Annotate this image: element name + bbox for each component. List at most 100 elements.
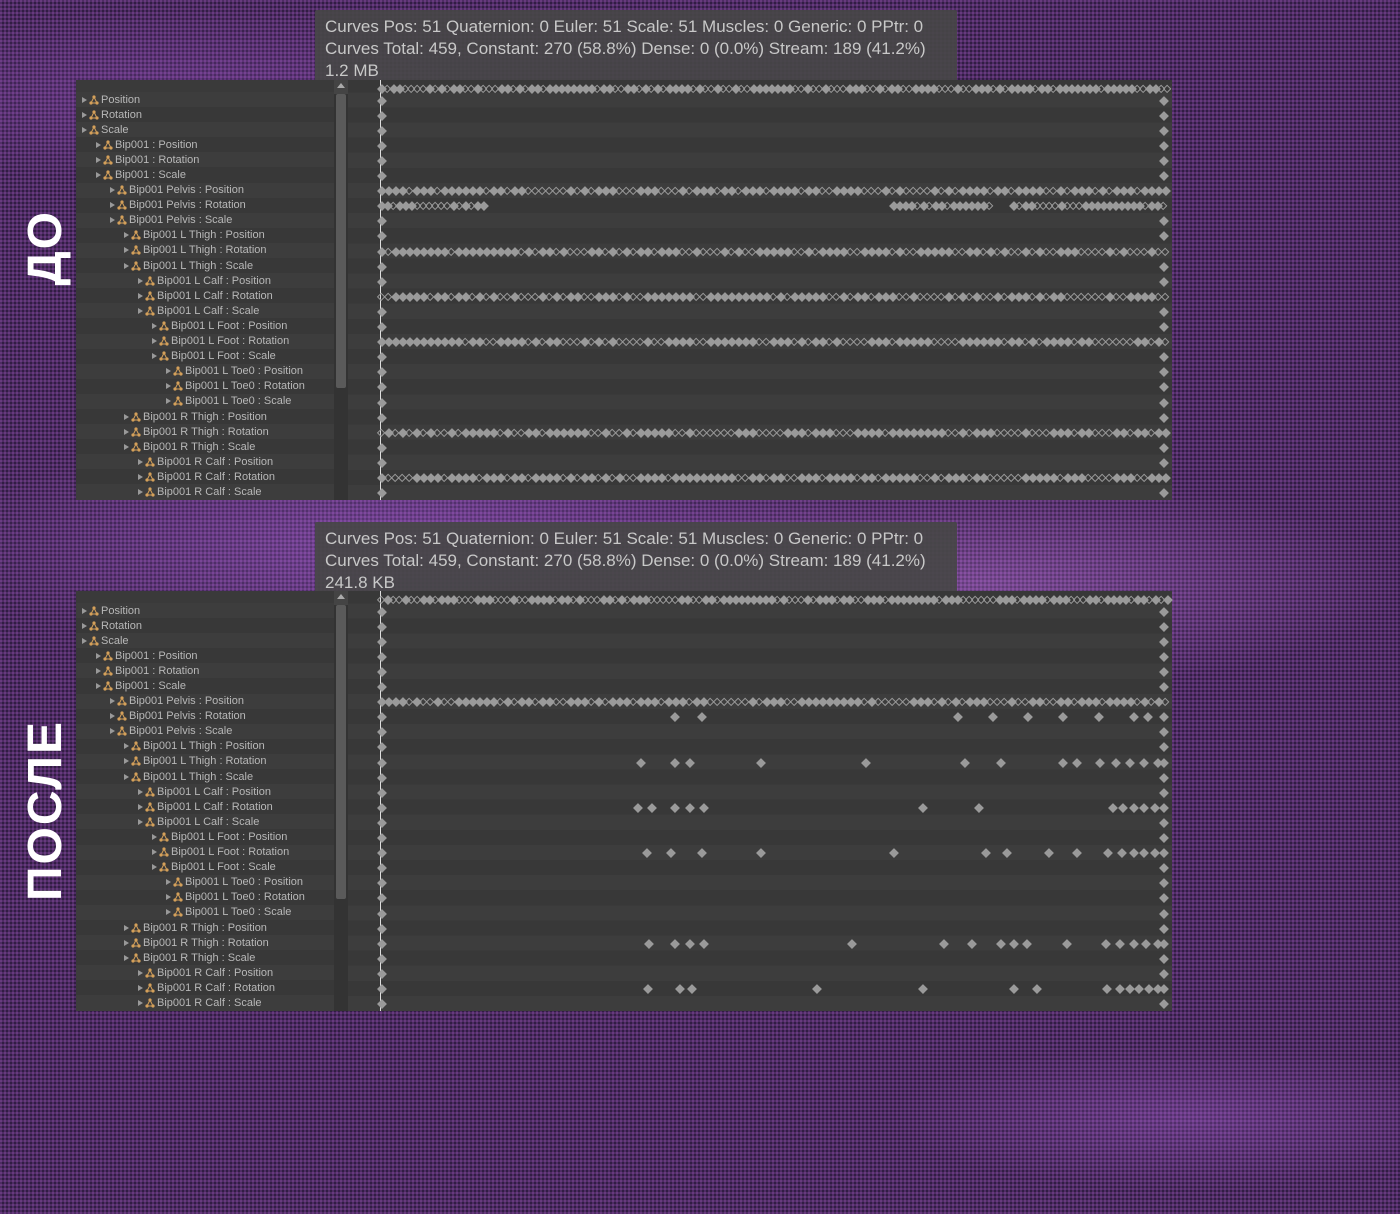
keyframe-icon[interactable] xyxy=(756,758,766,768)
keyframe-icon[interactable] xyxy=(1161,428,1171,438)
keyframe-icon[interactable] xyxy=(1129,939,1139,949)
keyframe-icon[interactable] xyxy=(1159,803,1169,813)
keyframe-icon[interactable] xyxy=(670,939,680,949)
keyframe-icon[interactable] xyxy=(1139,803,1149,813)
tree-row[interactable]: Bip001 L Toe0 : Rotation xyxy=(76,379,348,394)
keyframe-icon[interactable] xyxy=(1159,367,1169,377)
expand-arrow-icon[interactable] xyxy=(96,668,101,674)
keyframe-icon[interactable] xyxy=(1159,607,1169,617)
tree-row[interactable]: Bip001 R Calf : Rotation xyxy=(76,469,348,484)
keyframe-icon[interactable] xyxy=(699,939,709,949)
keyframe-icon[interactable] xyxy=(1009,984,1019,994)
keyframe-icon[interactable] xyxy=(377,743,387,753)
keyframe-icon[interactable] xyxy=(939,939,949,949)
keyframe-icon[interactable] xyxy=(687,984,697,994)
expand-arrow-icon[interactable] xyxy=(152,338,157,344)
tree-row[interactable]: Bip001 R Thigh : Scale xyxy=(76,950,348,965)
keyframe-icon[interactable] xyxy=(377,141,387,151)
tree-row[interactable]: Bip001 : Scale xyxy=(76,678,348,693)
keyframe-icon[interactable] xyxy=(1102,984,1112,994)
expand-arrow-icon[interactable] xyxy=(96,157,101,163)
keyframe-icon[interactable] xyxy=(1115,939,1125,949)
tree-row[interactable]: Bip001 L Thigh : Rotation xyxy=(76,243,348,258)
keyframe-icon[interactable] xyxy=(1058,712,1068,722)
expand-arrow-icon[interactable] xyxy=(110,728,115,734)
keyframe-icon[interactable] xyxy=(1159,96,1169,106)
keyframe-icon[interactable] xyxy=(697,712,707,722)
keyframe-icon[interactable] xyxy=(685,803,695,813)
keyframe-icon[interactable] xyxy=(377,413,387,423)
keyframe-icon[interactable] xyxy=(1143,712,1153,722)
keyframe-icon[interactable] xyxy=(1159,863,1169,873)
scroll-up-icon[interactable] xyxy=(337,594,345,599)
expand-arrow-icon[interactable] xyxy=(96,683,101,689)
keyframe-icon[interactable] xyxy=(377,909,387,919)
tree-row[interactable]: Bip001 L Calf : Rotation xyxy=(76,288,348,303)
tree-row[interactable]: Bip001 Pelvis : Position xyxy=(76,694,348,709)
keyframe-icon[interactable] xyxy=(1129,803,1139,813)
expand-arrow-icon[interactable] xyxy=(152,834,157,840)
keyframe-icon[interactable] xyxy=(377,833,387,843)
keyframe-icon[interactable] xyxy=(1118,803,1128,813)
keyframe-icon[interactable] xyxy=(377,727,387,737)
expand-arrow-icon[interactable] xyxy=(166,368,171,374)
keyframe-icon[interactable] xyxy=(974,803,984,813)
keyframe-icon[interactable] xyxy=(377,383,387,393)
keyframe-icon[interactable] xyxy=(1159,788,1169,798)
keyframe-icon[interactable] xyxy=(643,984,653,994)
keyframe-icon[interactable] xyxy=(1159,939,1169,949)
keyframe-icon[interactable] xyxy=(1159,398,1169,408)
expand-arrow-icon[interactable] xyxy=(110,202,115,208)
expand-arrow-icon[interactable] xyxy=(82,638,87,644)
keyframe-icon[interactable] xyxy=(377,111,387,121)
tree-row[interactable]: Bip001 R Thigh : Scale xyxy=(76,439,348,454)
keyframe-icon[interactable] xyxy=(1141,939,1151,949)
tree-row[interactable]: Bip001 R Calf : Scale xyxy=(76,995,348,1010)
keyframe-icon[interactable] xyxy=(377,443,387,453)
keyframe-icon[interactable] xyxy=(812,984,822,994)
keyframe-icon[interactable] xyxy=(642,848,652,858)
tree-row[interactable]: Bip001 L Calf : Position xyxy=(76,273,348,288)
keyframe-icon[interactable] xyxy=(1159,637,1169,647)
keyframe-icon[interactable] xyxy=(1159,156,1169,166)
keyframe-icon[interactable] xyxy=(377,488,387,498)
tree-row[interactable]: Bip001 Pelvis : Scale xyxy=(76,724,348,739)
keyframe-icon[interactable] xyxy=(1159,667,1169,677)
expand-arrow-icon[interactable] xyxy=(138,308,143,314)
tree-row[interactable]: Bip001 L Thigh : Rotation xyxy=(76,754,348,769)
keyframe-icon[interactable] xyxy=(1159,969,1169,979)
expand-arrow-icon[interactable] xyxy=(124,414,129,420)
expand-arrow-icon[interactable] xyxy=(82,127,87,133)
keyframe-icon[interactable] xyxy=(1159,262,1169,272)
expand-arrow-icon[interactable] xyxy=(138,459,143,465)
keyframe-icon[interactable] xyxy=(377,322,387,332)
keyframe-icon[interactable] xyxy=(377,682,387,692)
keyframe-icon[interactable] xyxy=(377,878,387,888)
keyframe-icon[interactable] xyxy=(675,984,685,994)
keyframe-icon[interactable] xyxy=(1159,894,1169,904)
expand-arrow-icon[interactable] xyxy=(124,263,129,269)
keyframe-icon[interactable] xyxy=(1129,848,1139,858)
scrollbar-thumb[interactable] xyxy=(336,605,346,899)
keyframe-icon[interactable] xyxy=(647,803,657,813)
keyframe-icon[interactable] xyxy=(1159,773,1169,783)
keyframe-icon[interactable] xyxy=(1095,758,1105,768)
keyframe-icon[interactable] xyxy=(1139,758,1149,768)
keyframe-icon[interactable] xyxy=(1134,984,1144,994)
keyframe-icon[interactable] xyxy=(1159,909,1169,919)
expand-arrow-icon[interactable] xyxy=(166,879,171,885)
tree-row[interactable]: Bip001 : Position xyxy=(76,648,348,663)
keyframe-icon[interactable] xyxy=(996,758,1006,768)
keyframe-icon[interactable] xyxy=(377,924,387,934)
keyframe-icon[interactable] xyxy=(377,307,387,317)
scrollbar[interactable] xyxy=(334,591,348,1011)
keyframe-icon[interactable] xyxy=(1072,848,1082,858)
tree-row[interactable]: Bip001 L Toe0 : Scale xyxy=(76,905,348,920)
expand-arrow-icon[interactable] xyxy=(152,849,157,855)
tree-row[interactable]: Bip001 R Calf : Scale xyxy=(76,484,348,499)
expand-arrow-icon[interactable] xyxy=(82,97,87,103)
keyframe-icon[interactable] xyxy=(953,712,963,722)
keyframe-icon[interactable] xyxy=(1032,984,1042,994)
tree-row[interactable]: Bip001 Pelvis : Rotation xyxy=(76,709,348,724)
keyframe-icon[interactable] xyxy=(633,803,643,813)
